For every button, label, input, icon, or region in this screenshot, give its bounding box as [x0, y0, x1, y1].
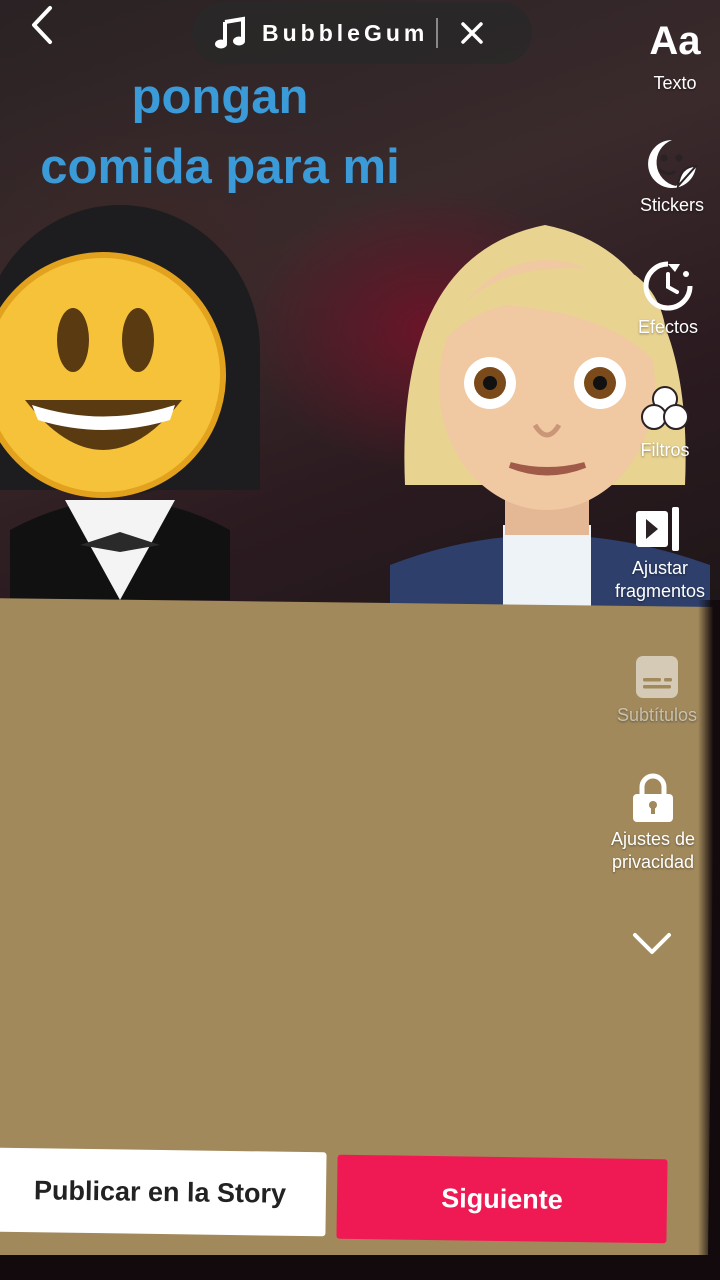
tool-text[interactable]: Aa Texto	[620, 18, 720, 95]
next-button[interactable]: Siguiente	[336, 1154, 668, 1244]
tool-captions[interactable]: Subtítulos	[602, 654, 712, 727]
tool-captions-label: Subtítulos	[616, 705, 698, 725]
tool-adjust-clips-label: Ajustar fragmentos	[614, 558, 706, 601]
music-selector[interactable]: BubbleGum	[192, 2, 532, 64]
tool-privacy-label: Ajustes de privacidad	[610, 829, 696, 872]
tool-filters[interactable]: Filtros	[610, 383, 720, 462]
close-icon[interactable]	[458, 19, 486, 47]
captions-icon	[636, 656, 678, 698]
back-chevron-icon[interactable]	[26, 4, 60, 46]
tool-stickers-label: Stickers	[639, 195, 704, 215]
filters-icon	[641, 386, 689, 430]
caption-text[interactable]: pongan comida para mi	[0, 62, 440, 202]
sticker-icon	[648, 140, 698, 189]
song-title: BubbleGum	[262, 19, 429, 46]
tool-privacy[interactable]: Ajustes de privacidad	[598, 772, 708, 874]
text-aa-icon: Aa	[649, 19, 701, 63]
next-label: Siguiente	[441, 1182, 563, 1215]
divider	[436, 18, 439, 48]
tool-effects-label: Efectos	[637, 317, 699, 337]
music-note-icon	[215, 16, 245, 49]
editor-screen: BubbleGum pongan comida para mi Aa Texto…	[0, 0, 720, 1280]
tuxedo-man-emoji	[0, 205, 260, 600]
screen-edge-bottom	[0, 1255, 720, 1280]
publish-story-button[interactable]: Publicar en la Story	[0, 1147, 327, 1237]
tool-stickers[interactable]: Stickers	[617, 138, 720, 217]
tool-effects[interactable]: Efectos	[613, 260, 720, 339]
tool-text-label: Texto	[653, 73, 697, 93]
lock-icon	[633, 773, 673, 822]
caption-line-2: comida para mi	[40, 140, 400, 194]
chevron-down-icon[interactable]	[632, 932, 672, 956]
effects-timer-icon	[643, 261, 693, 311]
publish-story-label: Publicar en la Story	[33, 1174, 287, 1209]
caption-line-1: pongan	[131, 70, 309, 124]
tool-filters-label: Filtros	[640, 440, 690, 460]
tool-adjust-clips[interactable]: Ajustar fragmentos	[605, 505, 715, 603]
adjust-clips-icon	[636, 507, 679, 551]
